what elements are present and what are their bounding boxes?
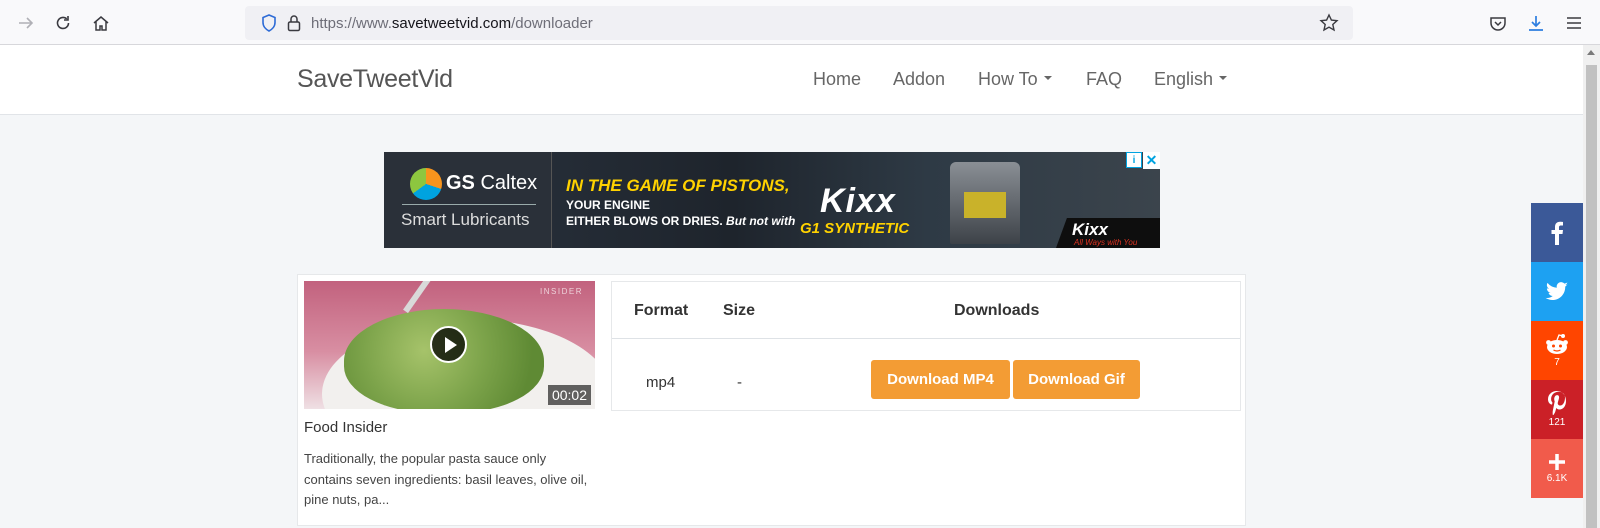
- share-count: 6.1K: [1546, 473, 1568, 484]
- header-downloads: Downloads: [954, 302, 1040, 319]
- scroll-up-arrow-icon[interactable]: [1587, 50, 1595, 55]
- plus-icon: [1549, 454, 1565, 470]
- share-facebook[interactable]: [1531, 203, 1583, 262]
- ad-line2: EITHER BLOWS OR DRIES. But not with: [566, 214, 796, 228]
- ad-product-sub: G1 SYNTHETIC: [800, 220, 910, 237]
- ad-corner-logo: Kixx: [1072, 220, 1108, 239]
- share-reddit[interactable]: 7: [1531, 321, 1583, 380]
- nav-language[interactable]: English: [1154, 69, 1228, 90]
- video-title: Food Insider: [304, 419, 388, 436]
- ad-close-icon[interactable]: ✕: [1143, 152, 1160, 169]
- video-thumbnail[interactable]: INSIDER 00:02: [304, 281, 595, 409]
- nav-addon[interactable]: Addon: [893, 69, 945, 90]
- downloads-icon[interactable]: [1524, 11, 1548, 35]
- download-gif-button[interactable]: Download Gif: [1013, 360, 1140, 399]
- video-description: Traditionally, the popular pasta sauce o…: [304, 451, 588, 507]
- download-mp4-button[interactable]: Download MP4: [871, 360, 1010, 399]
- address-bar[interactable]: https://www.savetweetvid.com/downloader: [245, 6, 1353, 40]
- header-format: Format: [634, 302, 689, 319]
- pinterest-icon: [1548, 391, 1566, 415]
- ad-corner-sub: All Ways with You: [1074, 238, 1138, 247]
- play-icon[interactable]: [430, 326, 467, 363]
- facebook-icon: [1551, 221, 1563, 245]
- caret-down-icon: [1043, 76, 1052, 81]
- pinterest-count: 121: [1548, 417, 1566, 428]
- home-icon[interactable]: [89, 11, 113, 35]
- scrollbar-thumb[interactable]: [1586, 65, 1597, 528]
- pocket-icon[interactable]: [1486, 11, 1510, 35]
- reddit-icon: [1546, 334, 1568, 354]
- site-brand[interactable]: SaveTweetVid: [297, 65, 453, 94]
- menu-icon[interactable]: [1562, 11, 1586, 35]
- tracking-protection-shield-icon[interactable]: [261, 14, 277, 37]
- ad-headline: IN THE GAME OF PISTONS,: [566, 176, 790, 195]
- ad-product-name: Kixx: [820, 182, 896, 220]
- lock-icon[interactable]: [287, 14, 301, 37]
- gs-caltex-logo-icon: [410, 168, 442, 200]
- page-scrollbar[interactable]: [1583, 45, 1600, 528]
- url-text: https://www.savetweetvid.com/downloader: [311, 15, 593, 32]
- nav-how-to[interactable]: How To: [978, 69, 1052, 90]
- browser-toolbar: https://www.savetweetvid.com/downloader: [0, 0, 1600, 45]
- share-twitter[interactable]: [1531, 262, 1583, 321]
- ad-divider: [402, 204, 536, 205]
- site-navbar: SaveTweetVid Home Addon How To FAQ Engli…: [0, 45, 1583, 115]
- nav-faq[interactable]: FAQ: [1086, 69, 1122, 90]
- adchoices-icon[interactable]: i: [1126, 152, 1142, 168]
- share-more[interactable]: 6.1K: [1531, 439, 1583, 498]
- ad-brand-panel: GS Caltex Smart Lubricants: [384, 152, 552, 248]
- thumbnail-watermark: INSIDER: [540, 287, 583, 296]
- bookmark-star-icon[interactable]: [1319, 13, 1339, 38]
- reddit-count: 7: [1554, 357, 1560, 368]
- nav-how-to-label: How To: [978, 69, 1038, 89]
- ad-line1: YOUR ENGINE: [566, 198, 651, 212]
- ad-banner[interactable]: GS Caltex Smart Lubricants IN THE GAME O…: [384, 152, 1160, 248]
- twitter-icon: [1545, 281, 1568, 300]
- nav-home[interactable]: Home: [813, 69, 861, 90]
- forward-icon[interactable]: [14, 11, 38, 35]
- fork-image: [403, 281, 431, 314]
- ad-tagline: Smart Lubricants: [401, 210, 530, 229]
- oil-can-image: [950, 162, 1020, 244]
- reload-icon[interactable]: [51, 11, 75, 35]
- video-duration: 00:02: [547, 385, 591, 405]
- share-pinterest[interactable]: 121: [1531, 380, 1583, 439]
- ad-brand: GS Caltex: [446, 172, 538, 194]
- caret-down-icon: [1219, 76, 1228, 81]
- video-card: INSIDER 00:02 Food Insider Traditionally…: [297, 274, 1246, 526]
- table-header: Format Size Downloads: [612, 282, 1240, 339]
- nav-language-label: English: [1154, 69, 1214, 89]
- header-size: Size: [723, 302, 756, 319]
- downloads-table: Format Size Downloads mp4 - Download MP4…: [611, 281, 1241, 411]
- row-size: -: [737, 374, 742, 391]
- row-format: mp4: [646, 374, 676, 391]
